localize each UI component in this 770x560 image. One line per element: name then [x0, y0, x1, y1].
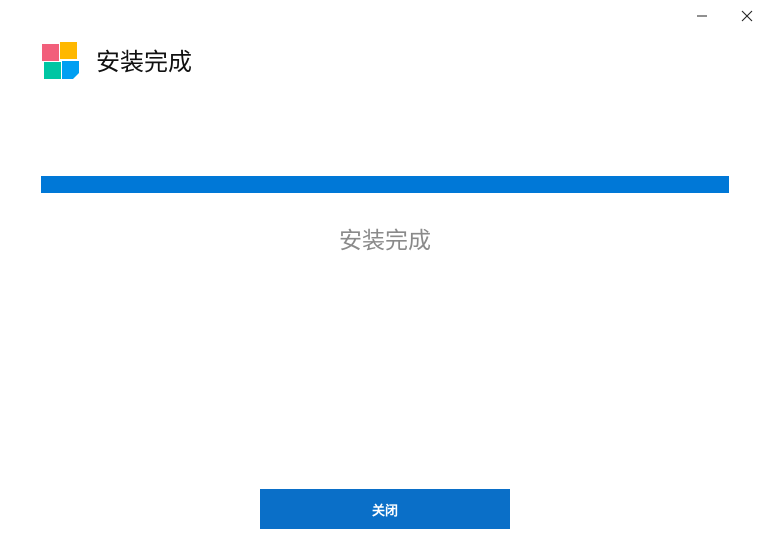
close-window-button[interactable] — [724, 0, 770, 32]
logo-tile-yellow — [60, 42, 77, 59]
page-title: 安装完成 — [96, 48, 192, 76]
installer-window: 安装完成 安装完成 关闭 — [0, 0, 770, 560]
close-icon — [741, 10, 753, 22]
progress-bar — [41, 176, 729, 193]
minimize-icon — [697, 15, 707, 17]
minimize-button[interactable] — [679, 0, 725, 32]
status-message: 安装完成 — [339, 228, 431, 254]
logo-tile-blue — [62, 61, 79, 79]
progress-fill — [41, 176, 729, 193]
close-button[interactable]: 关闭 — [260, 489, 510, 529]
app-logo-icon — [42, 42, 79, 79]
logo-tile-pink — [42, 44, 59, 61]
logo-tile-green — [44, 62, 61, 79]
